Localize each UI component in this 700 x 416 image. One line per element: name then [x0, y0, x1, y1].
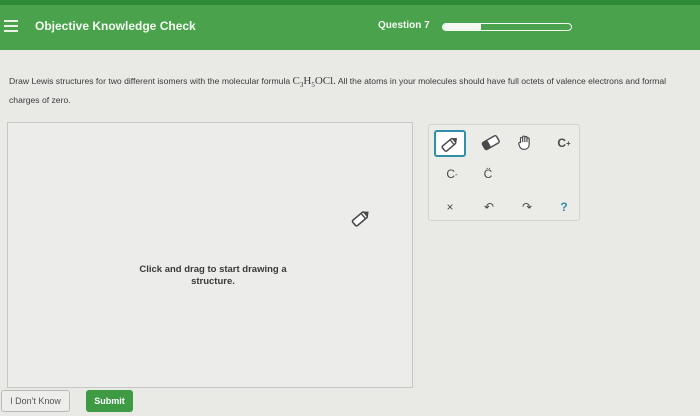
canvas-hint-line1: Click and drag to start drawing a [139, 264, 287, 275]
canvas-hint-line2: structure. [191, 276, 235, 287]
submit-button[interactable]: Submit [86, 390, 133, 412]
menu-icon[interactable] [4, 20, 18, 32]
progress-bar [442, 23, 572, 31]
carbon-cation-charge: + [566, 138, 571, 148]
question-number: Question 7 [378, 20, 430, 31]
eraser-icon [481, 134, 500, 151]
top-strip [0, 0, 700, 5]
help-button[interactable]: ? [553, 197, 575, 217]
carbon-cation-label: C [557, 136, 566, 150]
delete-button[interactable]: × [439, 197, 461, 217]
progress-fill [443, 24, 482, 30]
drawing-toolbar: C + C- C̈ × ↶ ↷ ? [428, 124, 580, 221]
app-title: Objective Knowledge Check [35, 19, 196, 33]
pencil-icon [441, 137, 458, 152]
top-bar: Objective Knowledge Check Question 7 [0, 0, 700, 50]
carbon-anion-button[interactable]: C- [439, 163, 465, 185]
formula-carbon: C [292, 75, 300, 87]
question-prompt: Draw Lewis structures for two different … [9, 74, 694, 108]
pencil-icon [349, 206, 373, 230]
redo-button[interactable]: ↷ [516, 197, 538, 217]
undo-button[interactable]: ↶ [478, 197, 500, 217]
carbon-anion-charge: - [455, 169, 458, 179]
formula-rest: OCl. [314, 75, 336, 87]
drawing-canvas[interactable]: Click and drag to start drawing a struct… [7, 122, 413, 388]
molecular-formula: C3H5OCl. [292, 75, 336, 89]
lone-pair-button[interactable]: C̈ [475, 163, 501, 185]
carbon-anion-label: C [446, 167, 455, 181]
dont-know-button[interactable]: I Don't Know [1, 390, 70, 412]
pencil-tool-button[interactable] [434, 130, 466, 157]
hand-icon [518, 135, 530, 150]
canvas-hint: Click and drag to start drawing a struct… [108, 264, 318, 288]
hand-tool-button[interactable] [512, 131, 538, 155]
prompt-text-before: Draw Lewis structures for two different … [9, 76, 293, 86]
carbon-cation-button[interactable]: C + [551, 131, 577, 155]
eraser-tool-button[interactable] [478, 131, 504, 155]
